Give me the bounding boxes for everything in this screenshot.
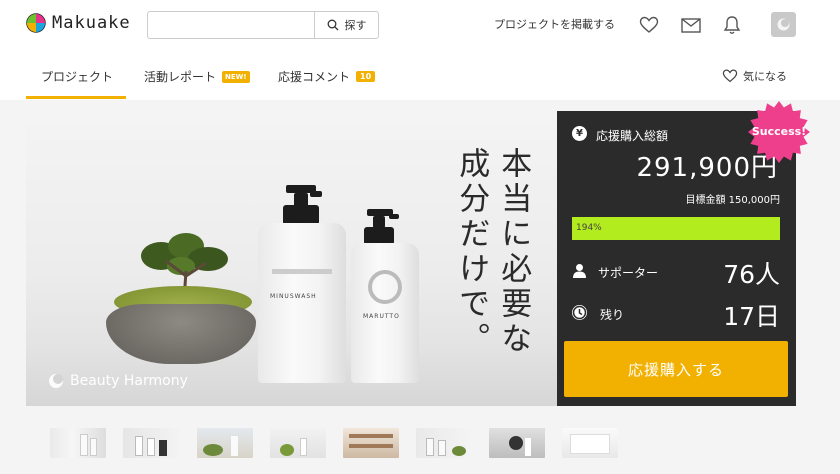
search-button-label: 探す bbox=[344, 19, 367, 32]
bottle1-label: MINUSWASH bbox=[270, 293, 317, 300]
active-tab-indicator bbox=[26, 96, 126, 99]
target-label: 目標金額 bbox=[685, 195, 726, 206]
progress-bar bbox=[572, 217, 780, 240]
supporters-label: サポーター bbox=[598, 266, 659, 280]
comment-count-badge: 10 bbox=[356, 71, 376, 82]
thumbnail[interactable] bbox=[343, 428, 399, 458]
person-icon bbox=[572, 263, 587, 278]
support-purchase-label: 応援購入する bbox=[627, 360, 724, 379]
new-badge: NEW! bbox=[222, 70, 250, 83]
bottle1-cap bbox=[283, 205, 319, 225]
remaining-value: 17日 bbox=[723, 302, 780, 331]
support-purchase-button[interactable]: 応援購入する bbox=[564, 341, 788, 397]
thumbnail[interactable] bbox=[197, 428, 253, 458]
target-amount-row: 目標金額 150,000円 bbox=[685, 191, 780, 206]
favorite-label: 気になる bbox=[743, 70, 787, 83]
progress-text: 194% bbox=[576, 223, 602, 233]
bottle2-circle-mark bbox=[368, 270, 402, 304]
avatar[interactable] bbox=[771, 12, 796, 37]
yen-icon: ¥ bbox=[572, 126, 587, 141]
search-box: 探す bbox=[147, 11, 379, 39]
header: Makuake 探す プロジェクトを掲載する bbox=[0, 0, 840, 50]
hero-headline-col2: 成分だけで。 bbox=[453, 147, 490, 357]
brand-name: Beauty Harmony bbox=[70, 373, 188, 389]
bell-icon[interactable] bbox=[721, 14, 743, 36]
marutto-bottle: MARUTTO bbox=[351, 243, 419, 383]
progress-fill bbox=[572, 217, 780, 240]
tab-activity-label: 活動レポート bbox=[144, 70, 217, 84]
thumbnail[interactable] bbox=[562, 428, 618, 458]
thumbnail[interactable] bbox=[270, 428, 326, 458]
logo-icon bbox=[26, 13, 46, 33]
thumbnail[interactable] bbox=[416, 428, 472, 458]
supporters-value: 76人 bbox=[723, 260, 780, 289]
clock-icon bbox=[572, 305, 587, 320]
brand-logo-icon bbox=[49, 374, 63, 388]
bottle1-pump-nozzle bbox=[310, 191, 322, 197]
thumbnail[interactable] bbox=[123, 428, 179, 458]
total-label: 応援購入総額 bbox=[596, 129, 669, 143]
makuake-logo[interactable]: Makuake bbox=[26, 13, 131, 33]
minuswash-bottle: MINUSWASH bbox=[258, 223, 346, 383]
target-amount: 150,000円 bbox=[728, 195, 780, 206]
search-button[interactable]: 探す bbox=[314, 12, 378, 38]
search-input[interactable] bbox=[148, 12, 314, 38]
thumbnail[interactable] bbox=[489, 428, 545, 458]
tab-activity-report[interactable]: 活動レポート NEW! bbox=[144, 68, 250, 85]
tab-project[interactable]: プロジェクト bbox=[41, 68, 113, 85]
favorite-button[interactable]: 気になる bbox=[722, 68, 787, 84]
project-tabs: プロジェクト 活動レポート NEW! 応援コメント 10 気になる bbox=[0, 50, 840, 100]
bottle1-stripe bbox=[272, 269, 332, 274]
success-badge-text: Success! bbox=[751, 125, 807, 138]
logo-text: Makuake bbox=[52, 13, 131, 33]
mail-icon[interactable] bbox=[680, 14, 702, 36]
bottle2-label: MARUTTO bbox=[363, 313, 400, 320]
post-project-link[interactable]: プロジェクトを掲載する bbox=[494, 16, 615, 32]
bottle2-pump-nozzle bbox=[389, 214, 399, 219]
heart-icon bbox=[722, 69, 738, 83]
search-icon bbox=[327, 19, 338, 31]
hero-image[interactable]: MINUSWASH MARUTTO 本当に必要な 成分だけで。 Beauty H… bbox=[26, 111, 557, 406]
tab-comments-label: 応援コメント bbox=[278, 70, 351, 84]
hero-headline-col1: 本当に必要な bbox=[495, 147, 532, 357]
remaining-label: 残り bbox=[600, 308, 625, 322]
tab-project-label: プロジェクト bbox=[41, 70, 114, 84]
heart-icon[interactable] bbox=[638, 14, 660, 36]
thumbnail[interactable] bbox=[50, 428, 106, 458]
tab-comments[interactable]: 応援コメント 10 bbox=[278, 68, 376, 85]
brand-mark: Beauty Harmony bbox=[48, 373, 188, 389]
